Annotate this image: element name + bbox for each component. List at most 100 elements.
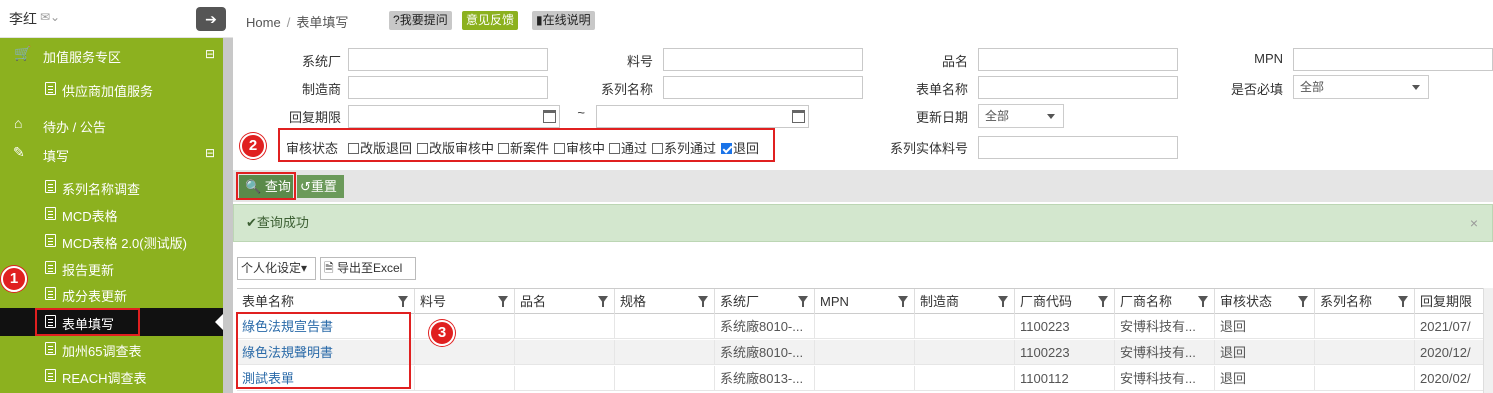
main-content: Home / 表单填写 ?我要提问 意见反馈 ▮在线说明 系统厂 料号 品名 MPN… [233,0,1493,393]
collapse-toggle-icon[interactable]: ⊟ [205,146,215,160]
cart-icon: 🛒 [14,45,32,61]
document-icon [45,287,56,303]
nav-item-composition-update[interactable]: 成分表更新 [0,285,223,305]
sidebar: 李红 ✉⌄ ➔ 🛒 加值服务专区 ⊟ 供应商加值服务 ⌂ 待办 / 公告 ✎ 填… [0,0,233,393]
results-grid: 表单名称 料号 品名 规格 系统厂 MPN 制造商 厂商代码 厂商名称 审核状态… [237,288,1493,393]
close-icon[interactable]: × [1470,205,1478,241]
book-icon: ▮ [536,13,543,27]
manufacturer-label: 制造商 [301,82,341,97]
nav-section-fill[interactable]: ✎ 填写 ⊟ [0,144,223,164]
collapse-toggle-icon[interactable]: ⊟ [205,47,215,61]
column-header[interactable]: 系列名称 [1315,289,1415,314]
table-cell: 退回 [1215,366,1315,391]
nav-section-value-added[interactable]: 🛒 加值服务专区 ⊟ [0,45,223,67]
calendar-icon[interactable] [543,110,556,123]
filter-icon[interactable] [1098,296,1108,307]
reply-deadline-end-input[interactable] [596,105,809,128]
table-cell: 2021/07/ [1415,314,1487,339]
nav-item-label: REACH调查表 [62,371,147,386]
ask-question-button[interactable]: ?我要提问 [389,11,452,30]
required-select[interactable]: 全部 [1293,75,1429,99]
column-header[interactable]: 规格 [615,289,715,314]
nav-item-label: 成分表更新 [62,289,128,304]
ask-question-label: 我要提问 [399,13,448,27]
export-excel-button[interactable]: 🗎 导出至Excel [320,257,416,280]
column-header[interactable]: 品名 [515,289,615,314]
feedback-button[interactable]: 意见反馈 [462,11,519,30]
table-cell: 系统廠8013-... [715,366,815,391]
filter-icon[interactable] [398,296,408,307]
filter-icon[interactable] [1398,296,1408,307]
filter-icon[interactable] [998,296,1008,307]
filter-icon[interactable] [498,296,508,307]
series-name-input[interactable] [663,76,863,99]
column-header[interactable]: 厂商名称 [1115,289,1215,314]
table-row[interactable]: 測試表單 系统廠8013-... 1100112 安博科技有... 退回 202… [237,366,1487,391]
arrow-left-icon: ➔ [205,11,217,27]
user-name[interactable]: 李红 [9,9,37,29]
system-factory-label: 系统厂 [301,54,341,69]
table-cell [815,314,915,339]
sidebar-scrollbar[interactable] [223,38,233,393]
product-name-input[interactable] [978,48,1178,71]
nav-item-mcd[interactable]: MCD表格 [0,205,223,225]
nav-item-reach[interactable]: REACH调查表 [0,367,223,387]
calendar-icon[interactable] [792,110,805,123]
user-bar: 李红 ✉⌄ ➔ [0,0,233,38]
column-header[interactable]: 表单名称 [237,289,415,314]
home-icon: ⌂ [14,115,23,131]
filter-icon[interactable] [1298,296,1308,307]
nav-item-mcd2[interactable]: MCD表格 2.0(测试版) [0,232,223,252]
column-header[interactable]: 回复期限 [1415,289,1487,314]
column-header[interactable]: 制造商 [915,289,1015,314]
document-icon [45,342,56,358]
table-cell: 安博科技有... [1115,314,1215,339]
table-row[interactable]: 綠色法規宣告書 系统廠8010-... 1100223 安博科技有... 退回 … [237,314,1487,339]
form-name-input[interactable] [978,76,1178,99]
reset-button[interactable]: ↺重置 [297,175,344,198]
document-icon [45,261,56,277]
mail-dropdown-icon[interactable]: ✉⌄ [40,10,60,24]
nav-section-todo[interactable]: ⌂ 待办 / 公告 [0,115,223,135]
manufacturer-input[interactable] [348,76,548,99]
required-select-value: 全部 [1300,80,1325,94]
check-icon: ✔ [246,215,257,230]
nav-item-series-survey[interactable]: 系列名称调查 [0,178,223,198]
table-cell: 系统廠8010-... [715,340,815,365]
column-header[interactable]: 厂商代码 [1015,289,1115,314]
table-cell [615,340,715,365]
question-icon: ? [393,13,400,27]
excel-icon: 🗎 [324,261,334,275]
collapse-sidebar-button[interactable]: ➔ [196,7,226,31]
breadcrumb-home[interactable]: Home [246,15,281,30]
grid-scrollbar[interactable] [1483,288,1493,393]
breadcrumb: Home / 表单填写 [246,12,348,31]
filter-icon[interactable] [798,296,808,307]
reply-deadline-start-input[interactable] [348,105,560,128]
table-row[interactable]: 綠色法規聲明書 系统廠8010-... 1100223 安博科技有... 退回 … [237,340,1487,365]
table-cell: 1100223 [1015,340,1115,365]
filter-icon[interactable] [598,296,608,307]
table-cell [515,340,615,365]
nav-item-label: MCD表格 [62,209,118,224]
personalize-dropdown[interactable]: 个人化设定▾ [237,257,316,280]
mpn-input[interactable] [1293,48,1493,71]
part-no-input[interactable] [663,48,863,71]
nav-item-label: 供应商加值服务 [62,84,154,99]
online-help-button[interactable]: ▮在线说明 [532,11,595,30]
document-icon [45,369,56,385]
column-header[interactable]: MPN [815,289,915,314]
nav-item-ca65[interactable]: 加州65调查表 [0,340,223,360]
series-part-no-input[interactable] [978,136,1178,159]
column-header[interactable]: 系统厂 [715,289,815,314]
nav-item-supplier-service[interactable]: 供应商加值服务 [0,80,223,100]
column-header[interactable]: 料号 [415,289,515,314]
filter-icon[interactable] [698,296,708,307]
nav-item-report-update[interactable]: 报告更新 [0,259,223,279]
table-cell [915,340,1015,365]
filter-icon[interactable] [1198,296,1208,307]
update-date-select[interactable]: 全部 [978,104,1064,128]
filter-icon[interactable] [898,296,908,307]
system-factory-input[interactable] [348,48,548,71]
column-header[interactable]: 审核状态 [1215,289,1315,314]
